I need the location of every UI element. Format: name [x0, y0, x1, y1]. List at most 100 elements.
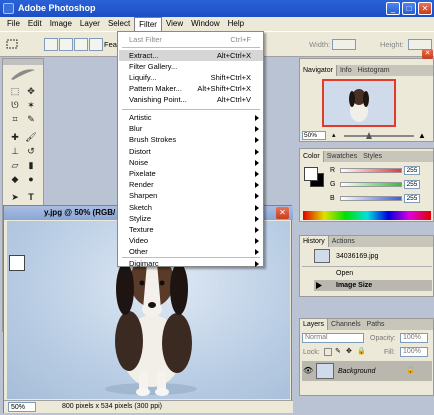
zoom-field[interactable]: 50%	[8, 402, 36, 412]
menu-layer[interactable]: Layer	[76, 17, 104, 31]
tab-swatches[interactable]: Swatches	[324, 151, 360, 162]
menu-item-distort[interactable]: Distort	[119, 146, 263, 157]
toolbox-grip[interactable]	[3, 59, 43, 65]
navigator-zoom-slider[interactable]	[344, 135, 414, 137]
tab-styles[interactable]: Styles	[360, 151, 385, 162]
menu-item-stylize[interactable]: Stylize	[119, 213, 263, 224]
minimize-button[interactable]: _	[386, 2, 400, 15]
blur-tool-icon[interactable]: ◆	[9, 173, 21, 185]
type-tool-icon[interactable]: T	[25, 191, 37, 203]
menu-item-texture[interactable]: Texture	[119, 224, 263, 235]
menu-item-blur[interactable]: Blur	[119, 123, 263, 134]
menu-window[interactable]: Window	[187, 17, 223, 31]
history-state-image-size[interactable]: Image Size	[336, 281, 372, 290]
subtract-selection-button[interactable]	[74, 38, 88, 51]
menu-item-last-filter: Last Filter Ctrl+F	[129, 35, 251, 44]
layer-visibility-eye-icon[interactable]: 👁	[303, 366, 313, 376]
zoom-out-icon[interactable]: ▴	[332, 132, 340, 139]
brush-tool-icon[interactable]: 🖌	[25, 131, 37, 143]
tab-info[interactable]: Info	[337, 65, 355, 76]
gradient-tool-icon[interactable]: ▮	[25, 159, 37, 171]
menu-item-brush-strokes[interactable]: Brush Strokes	[119, 134, 263, 145]
magic-wand-icon[interactable]: ✶	[25, 99, 37, 111]
tab-history[interactable]: History	[300, 236, 329, 247]
new-selection-button[interactable]	[44, 38, 58, 51]
channel-slider-g[interactable]	[340, 182, 402, 187]
lock-all-icon[interactable]: 🔒	[357, 348, 366, 356]
zoom-in-icon[interactable]: ▲	[418, 131, 428, 140]
clone-stamp-icon[interactable]: ⊥	[9, 145, 21, 157]
close-button[interactable]: ✕	[418, 2, 432, 15]
crop-tool-icon[interactable]: ⌗	[9, 113, 21, 125]
fill-field[interactable]: 100%	[400, 347, 428, 357]
path-select-icon[interactable]: ➤	[9, 191, 21, 203]
menu-filter[interactable]: Filter	[134, 16, 162, 32]
opacity-field[interactable]: 100%	[400, 333, 428, 343]
channel-slider-b[interactable]	[340, 196, 402, 201]
menu-item-render[interactable]: Render	[119, 179, 263, 190]
lasso-tool-icon[interactable]: ᘎ	[9, 99, 21, 111]
slice-tool-icon[interactable]: ✎	[25, 113, 37, 125]
marquee-tool-icon[interactable]: ⬚	[9, 85, 21, 97]
document-close-button[interactable]: ✕	[276, 207, 289, 219]
lock-position-icon[interactable]: ✥	[346, 348, 354, 356]
healing-brush-icon[interactable]: ✚	[9, 131, 21, 143]
history-state-open[interactable]: Open	[336, 269, 353, 278]
tab-paths[interactable]: Paths	[364, 319, 388, 330]
history-state-selected[interactable]	[314, 280, 432, 291]
width-field[interactable]	[332, 39, 356, 50]
menu-edit[interactable]: Edit	[24, 17, 46, 31]
add-selection-button[interactable]	[59, 38, 73, 51]
tab-channels[interactable]: Channels	[328, 319, 364, 330]
menu-help[interactable]: Help	[224, 17, 248, 31]
navigator-thumbnail[interactable]	[322, 79, 396, 127]
foreground-color-swatch[interactable]	[9, 255, 25, 271]
channel-value-g[interactable]: 255	[404, 180, 420, 189]
menu-item-noise[interactable]: Noise	[119, 157, 263, 168]
menu-file[interactable]: File	[3, 17, 24, 31]
menu-item-extract[interactable]: Extract... Alt+Ctrl+X	[119, 50, 263, 61]
intersect-selection-button[interactable]	[89, 38, 103, 51]
tab-layers[interactable]: Layers	[300, 319, 329, 330]
snapshot-name[interactable]: 34036169.jpg	[336, 252, 378, 261]
menu-item-pattern-maker[interactable]: Pattern Maker... Alt+Shift+Ctrl+X	[119, 83, 263, 94]
tab-navigator[interactable]: Navigator	[300, 65, 337, 76]
menu-item-other[interactable]: Other	[119, 246, 263, 257]
tab-actions[interactable]: Actions	[329, 236, 358, 247]
history-brush-icon[interactable]: ↺	[25, 145, 37, 157]
snapshot-thumbnail[interactable]	[314, 249, 330, 263]
menu-image[interactable]: Image	[46, 17, 76, 31]
menu-item-sharpen[interactable]: Sharpen	[119, 190, 263, 201]
channel-value-b[interactable]: 255	[404, 194, 420, 203]
navigator-zoom-field[interactable]: 50%	[302, 131, 326, 140]
menu-item-video[interactable]: Video	[119, 235, 263, 246]
color-panel-foreground-swatch[interactable]	[304, 167, 318, 181]
submenu-arrow-icon	[255, 204, 259, 211]
layer-name[interactable]: Background	[338, 367, 375, 376]
menu-select[interactable]: Select	[104, 17, 134, 31]
channel-value-r[interactable]: 255	[404, 166, 420, 175]
tab-color[interactable]: Color	[300, 151, 324, 162]
menu-item-pixelate[interactable]: Pixelate	[119, 168, 263, 179]
blend-mode-select[interactable]: Normal	[302, 333, 364, 343]
maximize-button[interactable]: □	[402, 2, 416, 15]
menu-item-liquify[interactable]: Liquify... Shift+Ctrl+X	[119, 72, 263, 83]
layer-lock-icon: 🔒	[406, 367, 415, 374]
lock-image-icon[interactable]: ✎	[335, 348, 343, 356]
menu-item-filter-gallery[interactable]: Filter Gallery...	[119, 61, 263, 72]
panel-close-button[interactable]: ✕	[422, 49, 433, 59]
submenu-arrow-icon	[255, 215, 259, 222]
move-tool-icon[interactable]: ✥	[25, 85, 37, 97]
eraser-tool-icon[interactable]: ▱	[9, 159, 21, 171]
tab-histogram[interactable]: Histogram	[355, 65, 393, 76]
channel-slider-r[interactable]	[340, 168, 402, 173]
menu-view[interactable]: View	[162, 17, 187, 31]
lock-transparency-icon[interactable]	[324, 348, 332, 356]
color-spectrum-bar[interactable]	[303, 211, 431, 220]
marquee-preset-icon[interactable]	[6, 38, 18, 51]
menu-item-sketch[interactable]: Sketch	[119, 202, 263, 213]
menu-item-digimarc[interactable]: Digimarc	[119, 258, 263, 269]
menu-item-vanishing-point[interactable]: Vanishing Point... Alt+Ctrl+V	[119, 94, 263, 105]
dodge-tool-icon[interactable]: ●	[25, 173, 37, 185]
menu-item-artistic[interactable]: Artistic	[119, 112, 263, 123]
